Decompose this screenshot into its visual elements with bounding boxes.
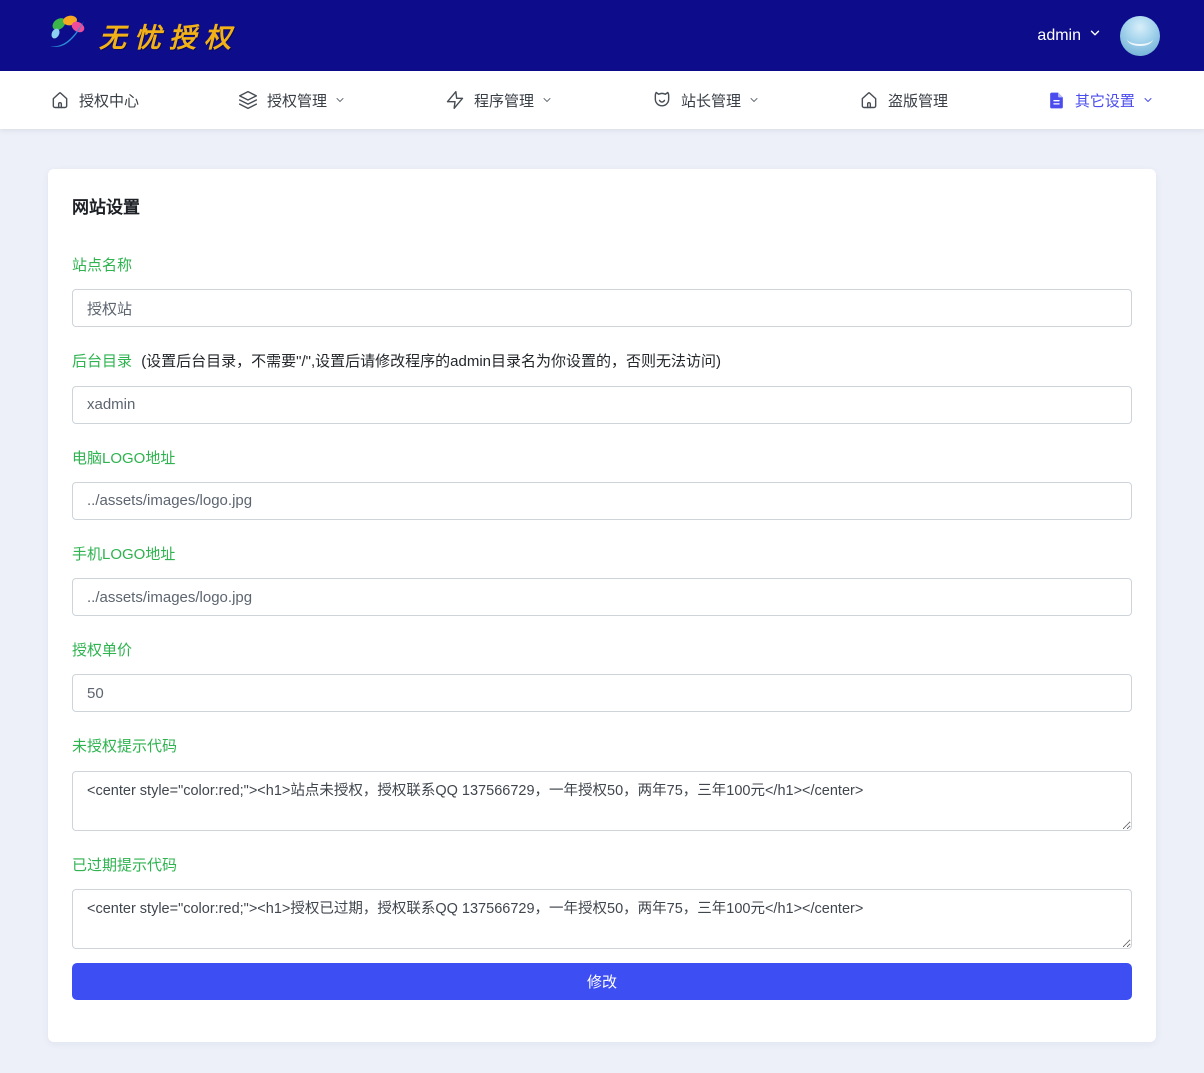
- user-name-label: admin: [1037, 27, 1081, 45]
- nav-item-auth-center[interactable]: 授权中心: [50, 90, 139, 111]
- brand[interactable]: 无忧授权: [46, 12, 239, 59]
- page-content: 网站设置 站点名称 后台目录 (设置后台目录，不需要"/",设置后请修改程序的a…: [0, 129, 1204, 1073]
- field-expired-code: 已过期提示代码 <center style="color:red;"><h1>授…: [72, 856, 1132, 949]
- nav-item-label: 授权中心: [79, 90, 139, 111]
- pc-logo-input[interactable]: [72, 482, 1132, 520]
- nav-item-label: 盗版管理: [888, 90, 948, 111]
- home-icon: [859, 90, 879, 110]
- user-area: admin: [1037, 16, 1160, 56]
- user-menu[interactable]: admin: [1037, 26, 1102, 45]
- field-license-price: 授权单价: [72, 641, 1132, 712]
- unauthorized-code-textarea[interactable]: <center style="color:red;"><h1>站点未授权，授权联…: [72, 771, 1132, 831]
- field-mobile-logo: 手机LOGO地址: [72, 545, 1132, 616]
- nav-item-program-manage[interactable]: 程序管理: [445, 90, 553, 111]
- nav-item-label: 授权管理: [267, 90, 327, 111]
- nav-item-auth-manage[interactable]: 授权管理: [238, 90, 346, 111]
- backend-dir-input[interactable]: [72, 386, 1132, 424]
- card-title: 网站设置: [72, 193, 1132, 218]
- avatar[interactable]: [1120, 16, 1160, 56]
- home-icon: [50, 90, 70, 110]
- field-label: 已过期提示代码: [72, 857, 177, 874]
- field-backend-dir: 后台目录 (设置后台目录，不需要"/",设置后请修改程序的admin目录名为你设…: [72, 352, 1132, 423]
- field-unauthorized-code: 未授权提示代码 <center style="color:red;"><h1>站…: [72, 737, 1132, 830]
- field-label: 电脑LOGO地址: [72, 450, 175, 467]
- layers-icon: [238, 90, 258, 110]
- brand-title: 无忧授权: [99, 16, 239, 55]
- field-pc-logo: 电脑LOGO地址: [72, 449, 1132, 520]
- field-label: 站点名称: [72, 257, 132, 274]
- website-settings-card: 网站设置 站点名称 后台目录 (设置后台目录，不需要"/",设置后请修改程序的a…: [48, 169, 1156, 1042]
- modify-submit-button[interactable]: 修改: [72, 963, 1132, 1000]
- top-header: 无忧授权 admin: [0, 0, 1204, 71]
- nav-item-piracy-manage[interactable]: 盗版管理: [859, 90, 948, 111]
- file-text-icon: [1047, 91, 1066, 110]
- nav-item-webmaster-manage[interactable]: 站长管理: [652, 90, 760, 111]
- field-label: 手机LOGO地址: [72, 546, 175, 563]
- nav-item-label: 其它设置: [1075, 90, 1135, 111]
- main-nav: 授权中心 授权管理 程序管理 站长管理 盗版管理 其它设置: [0, 71, 1204, 129]
- field-description: (设置后台目录，不需要"/",设置后请修改程序的admin目录名为你设置的，否则…: [141, 353, 721, 370]
- cat-icon: [652, 90, 672, 110]
- mobile-logo-input[interactable]: [72, 578, 1132, 616]
- brand-flower-logo-icon: [46, 12, 90, 59]
- nav-item-label: 程序管理: [474, 90, 534, 111]
- nav-item-label: 站长管理: [681, 90, 741, 111]
- nav-item-other-settings[interactable]: 其它设置: [1047, 90, 1154, 111]
- chevron-down-icon: [748, 94, 760, 106]
- license-price-input[interactable]: [72, 674, 1132, 712]
- chevron-down-icon: [1142, 94, 1154, 106]
- field-label: 后台目录: [72, 353, 132, 370]
- chevron-down-icon: [541, 94, 553, 106]
- field-label: 未授权提示代码: [72, 738, 177, 755]
- zap-icon: [445, 90, 465, 110]
- field-site-name: 站点名称: [72, 256, 1132, 327]
- chevron-down-icon: [334, 94, 346, 106]
- expired-code-textarea[interactable]: <center style="color:red;"><h1>授权已过期，授权联…: [72, 889, 1132, 949]
- field-label: 授权单价: [72, 642, 132, 659]
- chevron-down-icon: [1088, 26, 1102, 45]
- site-name-input[interactable]: [72, 289, 1132, 327]
